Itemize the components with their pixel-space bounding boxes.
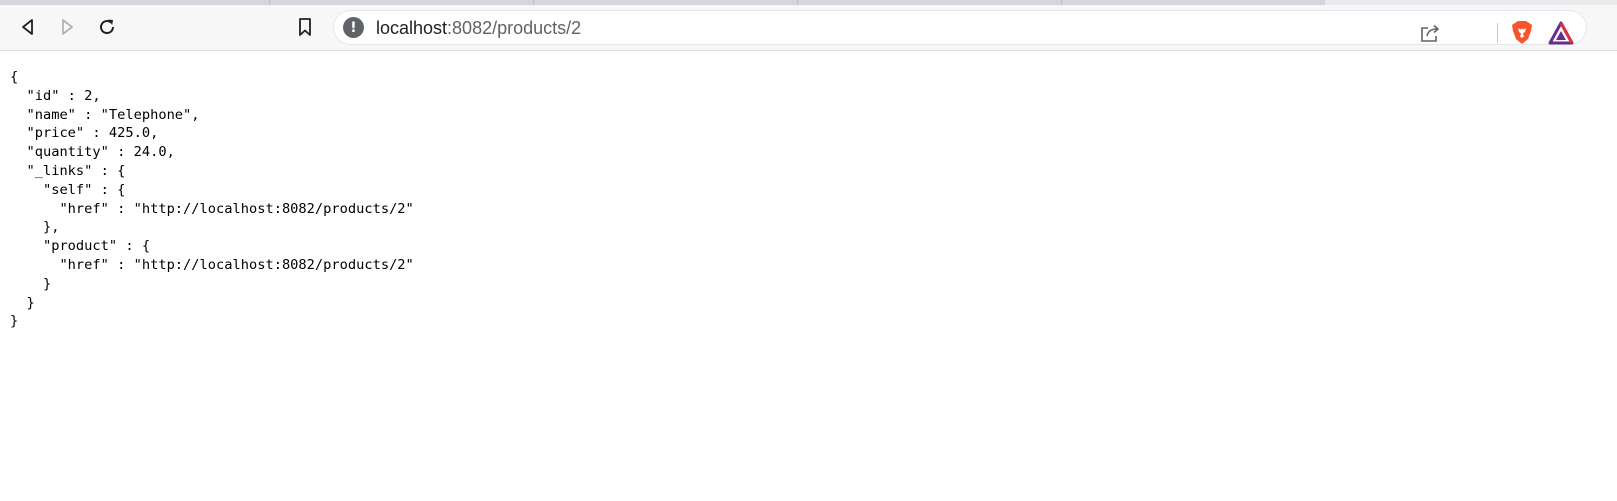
forward-arrow-icon xyxy=(62,19,73,35)
bookmark-button[interactable] xyxy=(287,9,323,45)
url-path: :8082/products/2 xyxy=(447,18,582,38)
reload-button[interactable] xyxy=(89,9,125,45)
url-host: localhost xyxy=(376,18,448,38)
page-content: { "id" : 2, "name" : "Telephone", "price… xyxy=(0,52,1617,501)
share-icon xyxy=(1421,24,1439,42)
share-button[interactable] xyxy=(1415,19,1445,47)
back-arrow-icon xyxy=(22,19,33,35)
address-bar-divider xyxy=(1497,23,1498,43)
brave-lion-icon xyxy=(1512,21,1532,44)
brave-rewards-triangle-icon xyxy=(1548,21,1574,45)
address-bar[interactable]: ! localhost:8082/products/2 xyxy=(333,10,1587,45)
brave-rewards-button[interactable] xyxy=(1546,18,1576,48)
forward-button[interactable] xyxy=(49,9,85,45)
browser-toolbar: ! localhost:8082/products/2 xyxy=(0,5,1617,51)
brave-shields-button[interactable] xyxy=(1507,18,1537,48)
reload-icon xyxy=(100,19,115,35)
info-icon[interactable]: ! xyxy=(343,17,364,38)
back-button[interactable] xyxy=(10,9,46,45)
json-response: { "id" : 2, "name" : "Telephone", "price… xyxy=(10,69,414,330)
url-text[interactable]: localhost:8082/products/2 xyxy=(376,18,581,39)
bookmark-icon xyxy=(299,18,311,36)
